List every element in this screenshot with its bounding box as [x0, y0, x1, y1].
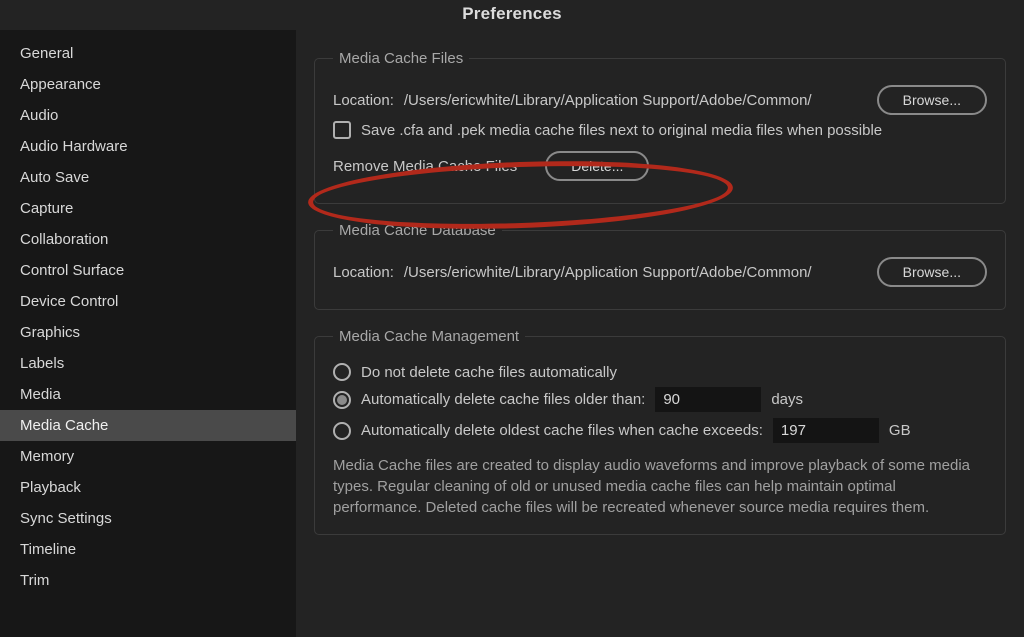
- radio-delete-older-label: Automatically delete cache files older t…: [361, 391, 645, 408]
- legend-media-cache-management: Media Cache Management: [333, 328, 525, 345]
- sidebar-item-general[interactable]: General: [0, 38, 296, 69]
- sidebar-item-media[interactable]: Media: [0, 379, 296, 410]
- radio-do-not-delete[interactable]: [333, 363, 351, 381]
- sidebar-item-graphics[interactable]: Graphics: [0, 317, 296, 348]
- legend-media-cache-files: Media Cache Files: [333, 50, 469, 67]
- sidebar-item-timeline[interactable]: Timeline: [0, 534, 296, 565]
- sidebar-item-device-control[interactable]: Device Control: [0, 286, 296, 317]
- save-next-to-checkbox[interactable]: [333, 121, 351, 139]
- delete-older-unit: days: [771, 391, 803, 408]
- window-title: Preferences: [0, 0, 1024, 30]
- delete-exceeds-input[interactable]: [773, 418, 879, 443]
- sidebar-item-labels[interactable]: Labels: [0, 348, 296, 379]
- radio-delete-exceeds-label: Automatically delete oldest cache files …: [361, 422, 763, 439]
- cache-db-location-label: Location:: [333, 264, 394, 281]
- cache-info-text: Media Cache files are created to display…: [333, 455, 987, 518]
- radio-do-not-delete-label: Do not delete cache files automatically: [361, 364, 617, 381]
- group-media-cache-database: Media Cache Database Location: /Users/er…: [314, 222, 1006, 310]
- group-media-cache-files: Media Cache Files Location: /Users/ericw…: [314, 50, 1006, 204]
- group-media-cache-management: Media Cache Management Do not delete cac…: [314, 328, 1006, 535]
- sidebar-item-audio[interactable]: Audio: [0, 100, 296, 131]
- legend-media-cache-database: Media Cache Database: [333, 222, 502, 239]
- sidebar-item-capture[interactable]: Capture: [0, 193, 296, 224]
- preferences-content: Media Cache Files Location: /Users/ericw…: [296, 30, 1024, 637]
- save-next-to-label: Save .cfa and .pek media cache files nex…: [361, 122, 882, 139]
- sidebar-item-collaboration[interactable]: Collaboration: [0, 224, 296, 255]
- sidebar-item-auto-save[interactable]: Auto Save: [0, 162, 296, 193]
- cache-db-browse-button[interactable]: Browse...: [877, 257, 987, 287]
- remove-cache-label: Remove Media Cache Files: [333, 158, 517, 175]
- delete-exceeds-unit: GB: [889, 422, 911, 439]
- cache-files-location-label: Location:: [333, 92, 394, 109]
- cache-files-location-path: /Users/ericwhite/Library/Application Sup…: [404, 92, 812, 109]
- sidebar-item-memory[interactable]: Memory: [0, 441, 296, 472]
- preferences-sidebar: General Appearance Audio Audio Hardware …: [0, 30, 296, 637]
- sidebar-item-trim[interactable]: Trim: [0, 565, 296, 596]
- cache-files-browse-button[interactable]: Browse...: [877, 85, 987, 115]
- sidebar-item-sync-settings[interactable]: Sync Settings: [0, 503, 296, 534]
- radio-delete-exceeds[interactable]: [333, 422, 351, 440]
- sidebar-item-media-cache[interactable]: Media Cache: [0, 410, 296, 441]
- delete-cache-button[interactable]: Delete...: [545, 151, 649, 181]
- sidebar-item-appearance[interactable]: Appearance: [0, 69, 296, 100]
- sidebar-item-audio-hardware[interactable]: Audio Hardware: [0, 131, 296, 162]
- sidebar-item-control-surface[interactable]: Control Surface: [0, 255, 296, 286]
- sidebar-item-playback[interactable]: Playback: [0, 472, 296, 503]
- cache-db-location-path: /Users/ericwhite/Library/Application Sup…: [404, 264, 812, 281]
- radio-delete-older[interactable]: [333, 391, 351, 409]
- delete-older-input[interactable]: [655, 387, 761, 412]
